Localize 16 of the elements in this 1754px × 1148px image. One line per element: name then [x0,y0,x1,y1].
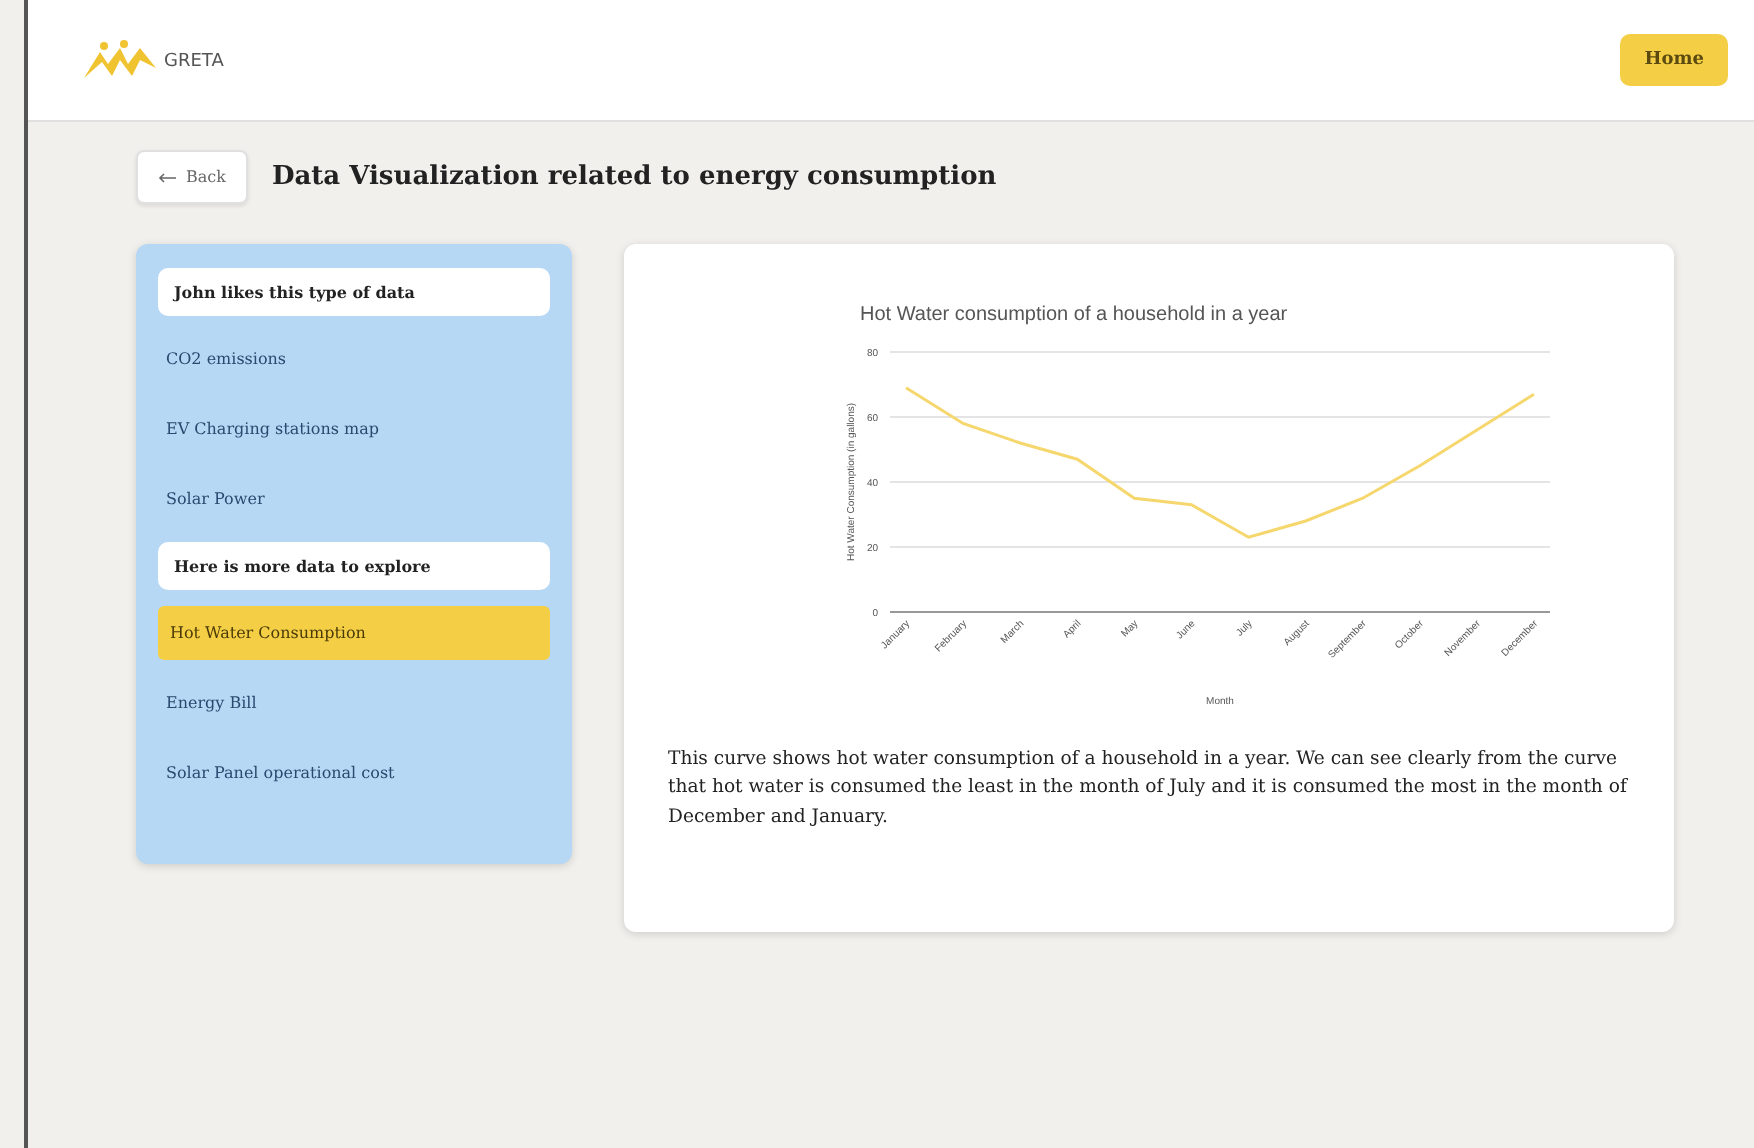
logo-text: GRETA [164,52,224,76]
arrow-left-icon [158,171,178,183]
back-button[interactable]: Back [136,150,248,204]
page-title: Data Visualization related to energy consumption [271,162,997,192]
sidebar-item[interactable]: Energy Bill [158,676,550,730]
sidebar-item[interactable]: Hot Water Consumption [158,606,550,660]
sidebar-item[interactable]: Solar Panel operational cost [158,746,550,800]
home-button[interactable]: Home [1620,34,1728,86]
chart-title: Hot Water consumption of a household in a year [859,304,1287,326]
section-heading: John likes this type of data [158,268,550,316]
chart-description: This curve shows hot water consumption of a household in a year. We can see clearly from the curve that hot water is consumed the least in the month of July and it is consumed the most in the month of December and January. [666,746,1630,832]
sidebar-item[interactable]: Solar Power [158,472,550,526]
logo-icon [80,40,160,80]
sidebar-item[interactable]: EV Charging stations map [158,402,550,456]
section-heading: Here is more data to explore [158,542,550,590]
sidebar-item[interactable]: CO2 emissions [158,332,550,386]
